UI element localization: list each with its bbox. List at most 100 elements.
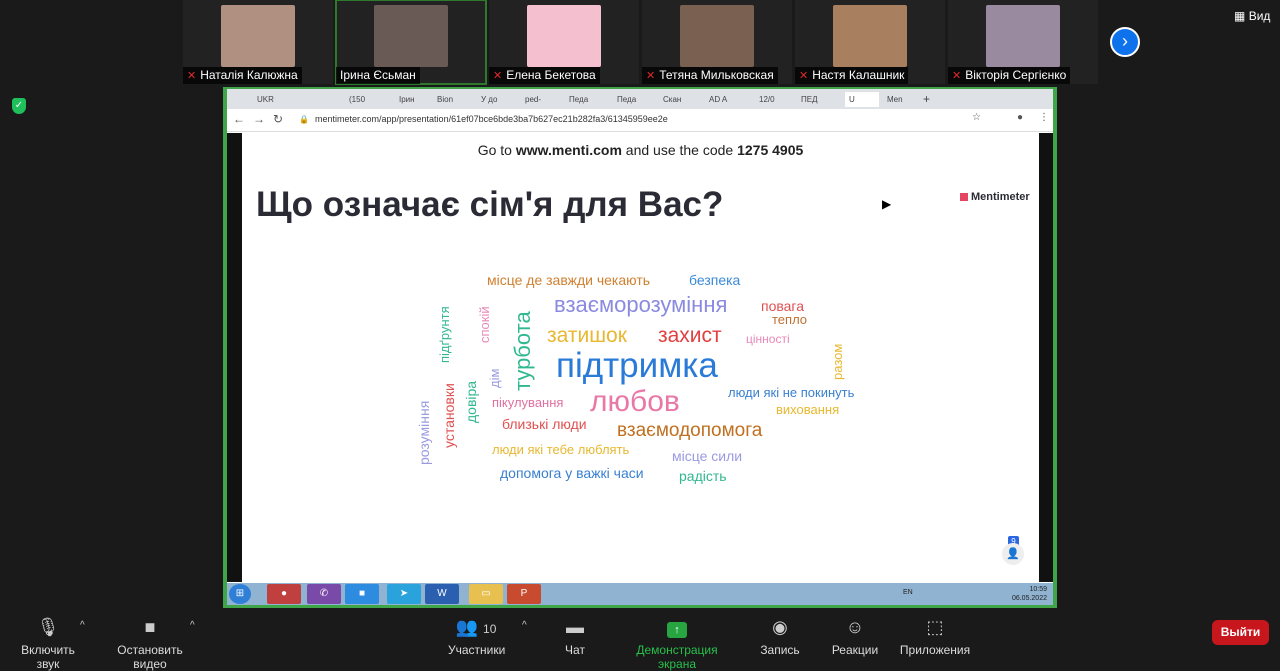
participants-icon: 👥 10 (455, 617, 497, 637)
browser-tab[interactable]: 12/0 (759, 92, 795, 107)
word-cloud-item: довіра (463, 380, 479, 423)
new-tab-icon[interactable]: + (923, 92, 935, 107)
browser-tab[interactable]: Bion (437, 92, 473, 107)
windows-taskbar: ⊞ ● ✆ ■ ➤ W ▭ P EN 10:59 06.05.2022 (227, 583, 1053, 605)
letterbox-right (1039, 133, 1053, 582)
apps-icon: ⬚ (926, 617, 944, 637)
word-cloud-item: люди які тебе люблять (492, 442, 630, 457)
participant-name: Елена Бекетова (506, 68, 596, 82)
reload-icon[interactable]: ↻ (273, 112, 283, 126)
reactions-button[interactable]: ☺ Реакции (830, 616, 880, 657)
logo-icon (960, 193, 968, 201)
menu-icon[interactable]: ⋮ (1039, 112, 1049, 123)
participant-tile[interactable]: ✕ Елена Бекетова (489, 0, 639, 84)
participant-name: Настя Калашник (812, 68, 905, 82)
zoom-icon[interactable]: ■ (345, 584, 379, 604)
chrome-icon[interactable]: ● (267, 584, 301, 604)
leave-meeting-button[interactable]: Выйти (1212, 620, 1269, 645)
goto-middle: and use the code (625, 142, 734, 158)
unmute-label: Включить звук (21, 643, 75, 671)
browser-tab[interactable]: Ірин (399, 92, 435, 107)
lock-icon: 🔒 (299, 115, 309, 124)
forward-icon[interactable]: → (253, 112, 265, 126)
mentimeter-slide: Go to www.menti.com and use the code 127… (242, 133, 1039, 582)
apps-label: Приложения (899, 643, 971, 657)
audio-options-caret-icon[interactable]: ^ (80, 620, 85, 631)
participant-video (374, 5, 448, 67)
muted-mic-icon: ✕ (799, 70, 809, 82)
record-button[interactable]: ◉ Запись (758, 616, 802, 657)
browser-tab-active[interactable]: U (845, 92, 879, 107)
telegram-icon[interactable]: ➤ (387, 584, 421, 604)
apps-button[interactable]: ⬚ Приложения (898, 616, 972, 657)
browser-tab[interactable]: (150 (349, 92, 385, 107)
word-cloud-item: установки (441, 383, 457, 448)
grid-icon: ▦ (1234, 9, 1246, 23)
clock-time: 10:59 (1029, 586, 1047, 593)
next-participants-button[interactable]: › (1110, 27, 1140, 57)
browser-tab[interactable]: ped- (525, 92, 561, 107)
word-cloud-item: разом (830, 343, 845, 380)
word-cloud-item: взаєморозуміння (554, 292, 728, 317)
browser-tab[interactable]: У до (481, 92, 517, 107)
user-icon: 👤 (1002, 543, 1024, 565)
shared-screen: UKR (150 Ірин Bion У до ped- Педа Педа С… (223, 87, 1057, 608)
stop-video-button[interactable]: ■ Остановить видео (102, 616, 198, 671)
participant-name-bar: ✕ Вікторія Сергієнко (948, 67, 1071, 84)
participants-label: Участники (448, 643, 506, 657)
participants-button[interactable]: 👥 10 Участники (448, 616, 506, 657)
word-icon[interactable]: W (425, 584, 459, 604)
profile-icon[interactable]: ● (1017, 112, 1023, 123)
word-cloud-item: місце де завжди чекають (487, 272, 651, 288)
participant-tile[interactable]: ✕ Тетяна Мильковская (642, 0, 792, 84)
share-screen-button[interactable]: ↑ Демонстрация экрана (618, 616, 736, 671)
record-label: Запись (760, 643, 800, 657)
video-options-caret-icon[interactable]: ^ (190, 620, 195, 631)
muted-mic-icon: ✕ (187, 70, 197, 82)
word-cloud-item: повага (761, 298, 805, 314)
browser-tab[interactable]: Педа (617, 92, 653, 107)
word-cloud-item: тепло (772, 312, 808, 327)
letterbox-left (227, 133, 242, 582)
unmute-button[interactable]: 🎙 Включить звук (8, 616, 88, 671)
participant-name: Тетяна Мильковская (659, 68, 774, 82)
participants-count: 10 (483, 622, 497, 636)
participant-tile[interactable]: ✕ Настя Калашник (795, 0, 945, 84)
security-shield-icon: ✓ (12, 98, 26, 114)
browser-tab[interactable]: ПЕД (801, 92, 837, 107)
system-clock[interactable]: 10:59 06.05.2022 (1012, 585, 1047, 603)
browser-window: UKR (150 Ірин Bion У до ped- Педа Педа С… (227, 89, 1053, 583)
participant-tile[interactable]: ✕ Вікторія Сергієнко (948, 0, 1098, 84)
chat-label: Чат (565, 643, 585, 657)
viber-icon[interactable]: ✆ (307, 584, 341, 604)
share-screen-label: Демонстрация экрана (636, 643, 718, 671)
word-cloud-item: розуміння (416, 400, 432, 465)
back-icon[interactable]: ← (233, 112, 245, 126)
participants-caret-icon[interactable]: ^ (522, 620, 527, 631)
browser-tab[interactable]: AD A (709, 92, 745, 107)
word-cloud-item: підґрунтя (437, 306, 452, 363)
mentimeter-logo: Mentimeter (960, 191, 1030, 203)
participant-tile[interactable]: Ірина Єсьман (335, 0, 487, 85)
browser-tab[interactable]: UKR (257, 92, 297, 107)
chat-button[interactable]: ▬ Чат (560, 616, 590, 657)
browser-tab[interactable]: Педа (569, 92, 605, 107)
goto-site: www.menti.com (515, 142, 622, 158)
language-indicator[interactable]: EN (903, 589, 913, 596)
browser-tab[interactable]: Men (887, 92, 917, 107)
browser-tab-bar: UKR (150 Ірин Bion У до ped- Педа Педа С… (227, 89, 1053, 109)
reaction-smile-icon: ☺ (845, 617, 865, 637)
powerpoint-icon[interactable]: P (507, 584, 541, 604)
camera-icon: ■ (144, 617, 156, 637)
view-button[interactable]: ▦ Вид (1234, 9, 1270, 23)
question-title: Що означає сім'я для Вас? (256, 185, 724, 224)
participant-tile[interactable]: ✕ Наталія Калюжна (183, 0, 333, 84)
folder-icon[interactable]: ▭ (469, 584, 503, 604)
windows-start-icon[interactable]: ⊞ (229, 584, 251, 604)
star-icon[interactable]: ☆ (972, 112, 981, 123)
word-cloud-item: взаємодопомога (617, 420, 763, 441)
word-cloud-item: радість (679, 468, 727, 484)
url-field[interactable]: mentimeter.com/app/presentation/61ef07bc… (315, 114, 668, 124)
browser-tab[interactable]: Скан (663, 92, 699, 107)
participant-name-bar: ✕ Настя Калашник (795, 67, 909, 84)
